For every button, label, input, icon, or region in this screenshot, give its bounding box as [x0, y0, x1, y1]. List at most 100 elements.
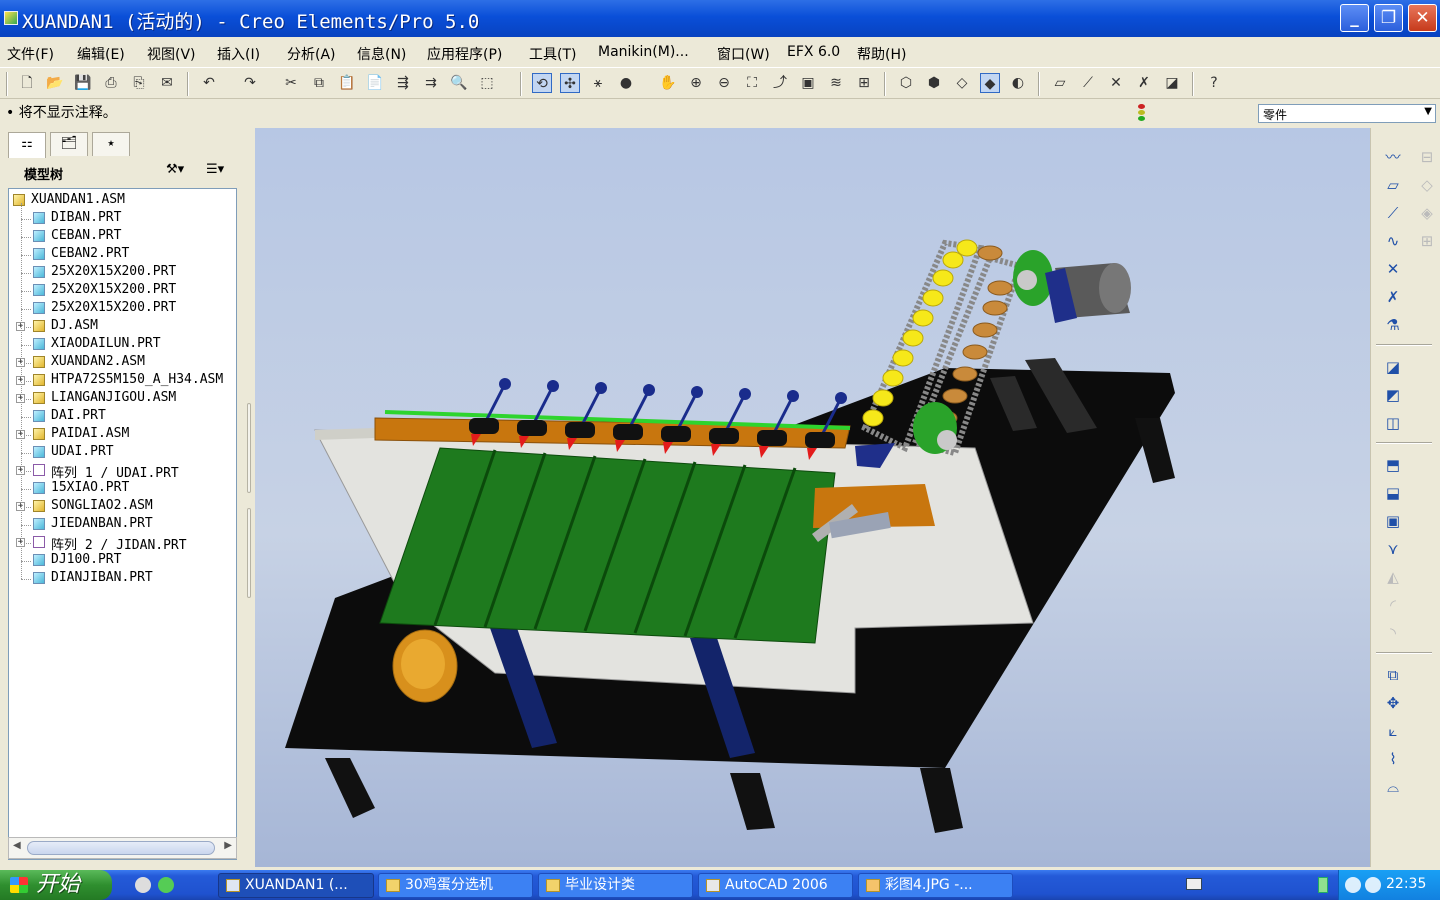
tree-node[interactable]: + LIANGANJIGOU.ASM	[9, 390, 237, 408]
pan-icon[interactable]: ✋	[658, 73, 678, 93]
plane-icon[interactable]: ▱	[1381, 174, 1405, 196]
solidify-icon[interactable]: ◭	[1381, 566, 1405, 588]
tree-node[interactable]: 25X20X15X200.PRT	[9, 264, 237, 282]
offset-icon[interactable]: ▣	[1381, 510, 1405, 532]
refit-icon[interactable]: ⛶	[742, 73, 762, 93]
network-icon[interactable]	[1365, 877, 1381, 893]
warp-icon[interactable]: ⌇	[1381, 748, 1405, 770]
tree-node[interactable]: + XUANDAN2.ASM	[9, 354, 237, 372]
tree-show-icon[interactable]: ☰▾	[206, 162, 224, 177]
quick-launch-icon[interactable]	[158, 877, 174, 893]
csys-icon[interactable]: ✗	[1381, 286, 1405, 308]
move-icon[interactable]: ✥	[1381, 692, 1405, 714]
menu-tools[interactable]: 工具(T)	[529, 44, 576, 64]
menu-help[interactable]: 帮助(H)	[857, 44, 906, 64]
task-folder-egg-sorter[interactable]: 30鸡蛋分选机	[378, 873, 533, 898]
tree-node[interactable]: JIEDANBAN.PRT	[9, 516, 237, 534]
thicken-icon[interactable]: ⋎	[1381, 538, 1405, 560]
point-display-icon[interactable]: ✕	[1106, 73, 1126, 93]
cut-icon[interactable]: ✂	[281, 73, 301, 93]
shading-icon[interactable]: ◆	[980, 73, 1000, 93]
context-help-icon[interactable]: ?	[1204, 73, 1224, 93]
repaint-icon[interactable]: ⟲	[532, 73, 552, 93]
tree-node[interactable]: 25X20X15X200.PRT	[9, 300, 237, 318]
task-folder-graduation[interactable]: 毕业设计类	[538, 873, 693, 898]
round-icon[interactable]: ◝	[1381, 622, 1405, 644]
package-icon[interactable]: ◫	[1381, 412, 1405, 434]
selection-filter-dropdown[interactable]: 零件 ▼	[1258, 104, 1436, 123]
no-hidden-icon[interactable]: ◇	[952, 73, 972, 93]
tree-node[interactable]: 25X20X15X200.PRT	[9, 282, 237, 300]
start-button[interactable]: 开始	[0, 870, 112, 900]
menu-view[interactable]: 视图(V)	[147, 44, 196, 64]
tree-node[interactable]: DAI.PRT	[9, 408, 237, 426]
menu-info[interactable]: 信息(N)	[357, 44, 406, 64]
analysis-feature-icon[interactable]: ⚗	[1381, 314, 1405, 336]
datum-plane-display-icon[interactable]: ▱	[1050, 73, 1070, 93]
menu-efx[interactable]: EFX 6.0	[787, 44, 840, 60]
regenerate-manager-icon[interactable]: ⇉	[421, 73, 441, 93]
copy-feature-icon[interactable]: ⧉	[1381, 664, 1405, 686]
save-icon[interactable]: 💾	[73, 73, 93, 93]
open-icon[interactable]: 📂	[45, 73, 65, 93]
tree-node[interactable]: + PAIDAI.ASM	[9, 426, 237, 444]
shrinkwrap-icon[interactable]: ◇	[1415, 174, 1439, 196]
tree-node[interactable]: DIANJIBAN.PRT	[9, 570, 237, 588]
annotation-display-icon[interactable]: ◪	[1162, 73, 1182, 93]
task-autocad[interactable]: AutoCAD 2006	[698, 873, 853, 898]
task-image-viewer[interactable]: 彩图4.JPG -...	[858, 873, 1013, 898]
panel-splitter[interactable]	[245, 128, 253, 867]
tree-node[interactable]: + 阵列 2 / JIDAN.PRT	[9, 534, 237, 553]
mirror-icon[interactable]: ⊟	[1415, 146, 1439, 168]
regenerate-icon[interactable]: ⇶	[393, 73, 413, 93]
tree-node[interactable]: CEBAN.PRT	[9, 228, 237, 246]
orient-mode-icon[interactable]: ⚹	[588, 73, 608, 93]
csys-display-icon[interactable]: ✗	[1134, 73, 1154, 93]
zoom-out-icon[interactable]: ⊖	[714, 73, 734, 93]
scrollbar-thumb[interactable]	[27, 841, 215, 855]
hidden-line-icon[interactable]: ⬢	[924, 73, 944, 93]
tree-horizontal-scrollbar[interactable]: ◀ ▶	[8, 837, 237, 859]
shell-icon[interactable]: ⌓	[1381, 776, 1405, 798]
tree-node[interactable]: + HTPA72S5M150_A_H34.ASM	[9, 372, 237, 390]
menu-applications[interactable]: 应用程序(P)	[427, 44, 502, 64]
email-icon[interactable]: ✉	[157, 73, 177, 93]
create-component-icon[interactable]: ◩	[1381, 384, 1405, 406]
menu-window[interactable]: 窗口(W)	[717, 44, 770, 64]
zoom-in-icon[interactable]: ⊕	[686, 73, 706, 93]
tree-node[interactable]: + 阵列 1 / UDAI.PRT	[9, 462, 237, 481]
minimize-button[interactable]: _	[1340, 4, 1369, 32]
saved-views-icon[interactable]: ▣	[798, 73, 818, 93]
paste-special-icon[interactable]: 📄	[365, 73, 385, 93]
menu-insert[interactable]: 插入(I)	[217, 44, 260, 64]
menu-edit[interactable]: 编辑(E)	[77, 44, 125, 64]
appearance-icon[interactable]: ●	[616, 73, 636, 93]
restore-button[interactable]: ❐	[1374, 4, 1403, 32]
assemble-icon[interactable]: ◪	[1381, 356, 1405, 378]
tab-favorites[interactable]: ⭑	[92, 132, 130, 156]
undo-icon[interactable]: ↶	[199, 73, 219, 93]
print-icon[interactable]: ⎙	[101, 73, 121, 93]
print-preview-icon[interactable]: ⎘	[129, 73, 149, 93]
extend-icon[interactable]: ⬓	[1381, 482, 1405, 504]
tree-settings-icon[interactable]: ⚒▾	[166, 162, 184, 177]
menu-file[interactable]: 文件(F)	[7, 44, 54, 64]
datum-axis-display-icon[interactable]: ⟋	[1078, 73, 1098, 93]
point-icon[interactable]: ✕	[1381, 258, 1405, 280]
graphics-window[interactable]	[255, 128, 1370, 867]
trim-icon[interactable]: ⬒	[1381, 454, 1405, 476]
scroll-left-icon[interactable]: ◀	[13, 840, 21, 851]
view-manager-icon[interactable]: ⊞	[854, 73, 874, 93]
flatten-icon[interactable]: ◜	[1381, 594, 1405, 616]
tab-folder-browser[interactable]: 🗂	[50, 132, 88, 156]
menu-manikin[interactable]: Manikin(M)...	[598, 44, 689, 60]
close-button[interactable]: ✕	[1408, 4, 1437, 32]
keyboard-icon[interactable]	[1186, 878, 1202, 890]
task-creo[interactable]: XUANDAN1 (...	[218, 873, 374, 898]
wireframe-icon[interactable]: ⬡	[896, 73, 916, 93]
tree-node[interactable]: + DJ.ASM	[9, 318, 237, 336]
tree-node[interactable]: CEBAN2.PRT	[9, 246, 237, 264]
tree-node[interactable]: UDAI.PRT	[9, 444, 237, 462]
spin-center-icon[interactable]: ✣	[560, 73, 580, 93]
tree-node[interactable]: XIAODAILUN.PRT	[9, 336, 237, 354]
